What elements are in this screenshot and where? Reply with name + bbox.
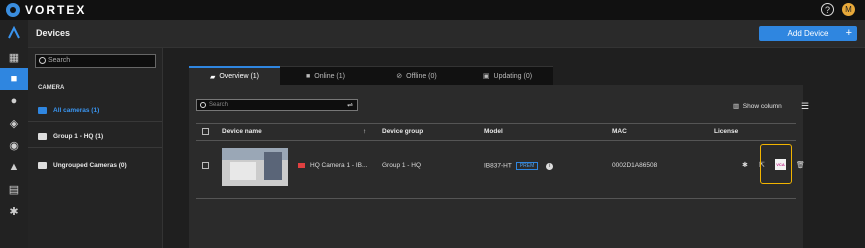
row-checkbox[interactable] [202, 162, 209, 169]
list-menu-icon[interactable]: ☰ [801, 101, 809, 112]
col-license[interactable]: License [714, 128, 738, 135]
info-icon[interactable]: i [546, 162, 554, 170]
main-content: ▰ Overview (1) ■ Online (1) ⊘ Offline (0… [163, 48, 865, 248]
camera-icon: ▰ [209, 73, 216, 81]
col-model[interactable]: Model [484, 128, 503, 135]
tab-overview[interactable]: ▰ Overview (1) [189, 66, 280, 85]
page-title: Devices [36, 28, 71, 38]
tab-updating[interactable]: ▣ Updating (0) [462, 66, 553, 85]
video-icon: ■ [306, 72, 311, 80]
menu-logo-icon[interactable] [0, 20, 28, 46]
model-cell: IB837-HT PREM i [484, 162, 554, 170]
avatar[interactable]: M [842, 3, 855, 16]
folder-label: All cameras (1) [53, 107, 100, 114]
show-column-label: Show column [742, 103, 782, 110]
highlight-box [760, 144, 792, 184]
license-badge: PREM [515, 162, 539, 170]
video-off-icon: ⊘ [396, 73, 403, 80]
archive-icon[interactable]: ▤ [0, 178, 28, 200]
filter-icon[interactable]: ⇌ [347, 101, 353, 111]
col-mac[interactable]: MAC [612, 128, 627, 135]
logo[interactable]: VORTEX [6, 3, 86, 17]
tree-search-input[interactable]: Search [35, 54, 156, 68]
mac-cell: 0002D1A86508 [612, 162, 658, 169]
add-device-button[interactable]: Add Device + [759, 26, 857, 41]
show-column-button[interactable]: ▥ Show column [733, 102, 782, 110]
device-name-cell[interactable]: HQ Camera 1 - IB... [298, 162, 367, 169]
camera-thumbnail[interactable] [222, 148, 288, 186]
folder-label: Ungrouped Cameras (0) [53, 161, 127, 169]
tab-label: Updating (0) [493, 72, 533, 80]
camera-recording-icon [298, 162, 305, 168]
folder-label: Group 1 - HQ (1) [53, 133, 104, 140]
col-device-name[interactable]: Device name [222, 128, 262, 135]
divider [196, 123, 796, 124]
nav-rail: ▦ ■ ● ◈ ◉ ▲ ▤ ✱ [0, 20, 28, 248]
sort-arrow-icon[interactable]: ↑ [363, 128, 366, 135]
camera-tree-panel: Search CAMERA All cameras (1) Group 1 - … [28, 48, 163, 248]
search-icon [39, 57, 46, 64]
select-all-checkbox[interactable] [202, 128, 209, 135]
page-header: Devices Add Device + [28, 20, 865, 48]
device-group-cell: Group 1 - HQ [382, 162, 422, 169]
device-search-input[interactable]: Search ⇌ [196, 99, 358, 111]
divider [196, 198, 796, 199]
model-name: IB837-HT [484, 162, 512, 170]
tab-label: Online (1) [314, 72, 345, 80]
tab-bar: ▰ Overview (1) ■ Online (1) ⊘ Offline (0… [189, 66, 553, 85]
update-icon: ▣ [482, 73, 490, 80]
person-icon[interactable]: ● [0, 90, 28, 112]
account-icon[interactable]: ◉ [0, 134, 28, 156]
tab-online[interactable]: ■ Online (1) [280, 66, 371, 85]
folder-all-cameras[interactable]: All cameras (1) [28, 100, 162, 122]
trash-icon[interactable]: 🗑 [796, 161, 805, 169]
add-device-label: Add Device [787, 29, 829, 38]
device-name: HQ Camera 1 - IB... [310, 162, 368, 169]
camera-icon[interactable]: ■ [0, 68, 28, 90]
top-bar: VORTEX ? M [0, 0, 865, 20]
help-icon[interactable]: ? [821, 3, 834, 16]
gear-icon[interactable]: ✱ [0, 200, 28, 222]
folder-group-1-hq[interactable]: Group 1 - HQ (1) [28, 126, 162, 148]
dashboard-icon[interactable]: ▦ [0, 46, 28, 68]
plus-icon: + [845, 27, 852, 39]
folder-icon [38, 133, 47, 140]
tab-label: Overview (1) [219, 73, 260, 80]
folder-ungrouped[interactable]: Ungrouped Cameras (0) [28, 154, 162, 176]
settings-icon[interactable]: ✱ [742, 161, 748, 169]
tree-search-placeholder: Search [48, 57, 71, 64]
columns-icon: ▥ [733, 103, 740, 110]
folder-icon [38, 107, 47, 114]
folder-icon [38, 161, 47, 169]
vortex-logo-icon [6, 3, 20, 17]
col-device-group[interactable]: Device group [382, 128, 423, 135]
section-label: CAMERA [38, 85, 65, 91]
tab-label: Offline (0) [406, 72, 437, 80]
bell-icon[interactable]: ▲ [0, 156, 28, 178]
divider [196, 140, 796, 141]
tab-offline[interactable]: ⊘ Offline (0) [371, 66, 462, 85]
app-name: VORTEX [25, 3, 87, 17]
search-icon [200, 102, 206, 108]
device-search-placeholder: Search [209, 102, 229, 108]
device-panel: Search ⇌ ▥ Show column ☰ Device name ↑ D… [189, 85, 809, 248]
tag-icon[interactable]: ◈ [0, 112, 28, 134]
